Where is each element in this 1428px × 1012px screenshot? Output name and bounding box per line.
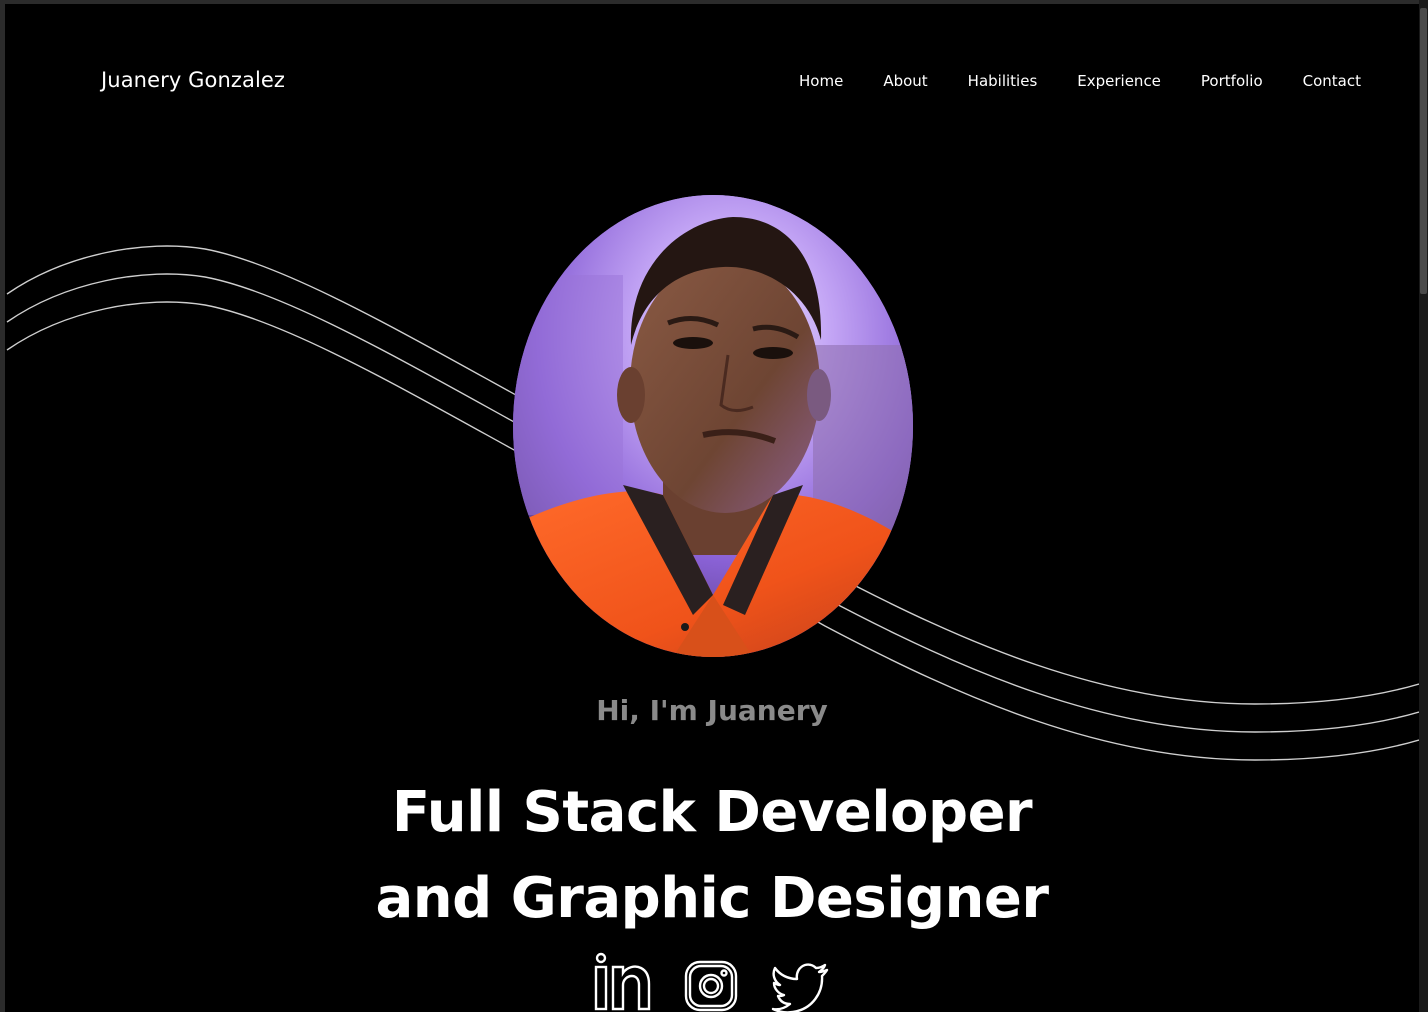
scrollbar[interactable] [1419, 0, 1428, 1012]
linkedin-icon [594, 952, 651, 1011]
brand-name[interactable]: Juanery Gonzalez [101, 68, 285, 92]
nav-home[interactable]: Home [799, 72, 843, 90]
main-nav: Home About Habilities Experience Portfol… [799, 72, 1361, 90]
profile-photo [513, 195, 913, 657]
profile-portrait-illustration [513, 195, 913, 657]
instagram-icon [684, 960, 738, 1012]
social-links [591, 952, 831, 1012]
hero-greeting: Hi, I'm Juanery [596, 694, 828, 727]
headline-line-1: Full Stack Developer [391, 780, 1033, 845]
nav-about[interactable]: About [883, 72, 927, 90]
nav-habilities[interactable]: Habilities [968, 72, 1038, 90]
nav-contact[interactable]: Contact [1303, 72, 1361, 90]
twitter-icon [771, 963, 829, 1012]
instagram-link[interactable] [681, 952, 741, 1012]
nav-experience[interactable]: Experience [1077, 72, 1161, 90]
headline-line-2: and Graphic Designer [375, 866, 1050, 931]
page-frame: Juanery Gonzalez Home About Habilities E… [5, 4, 1419, 1012]
hero-headline: Full Stack Developer and Graphic Designe… [5, 770, 1419, 942]
nav-portfolio[interactable]: Portfolio [1201, 72, 1263, 90]
twitter-link[interactable] [771, 952, 831, 1012]
scrollbar-thumb[interactable] [1420, 8, 1427, 294]
linkedin-link[interactable] [591, 952, 651, 1012]
